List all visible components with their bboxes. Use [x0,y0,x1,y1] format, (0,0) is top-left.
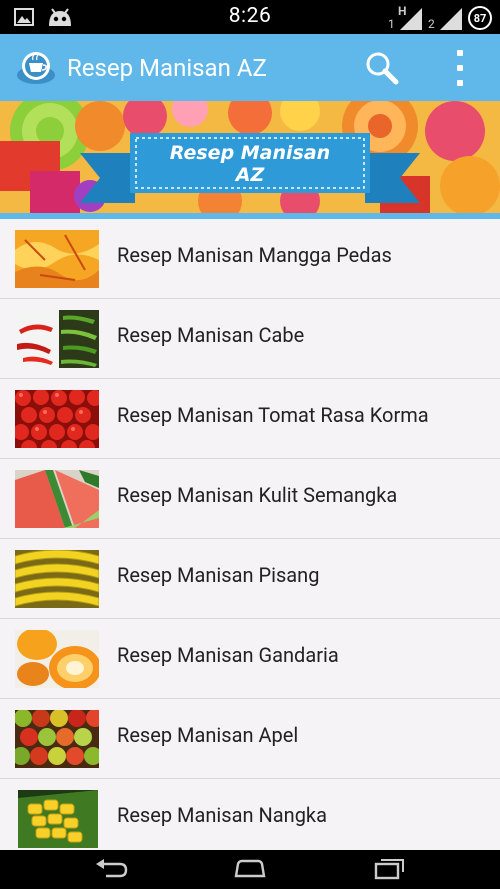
mango-thumbnail [15,230,99,288]
recipe-label: Resep Manisan Gandaria [117,643,339,667]
system-icons: 1 H 2 87 [388,4,492,31]
recent-apps-icon[interactable] [372,858,406,880]
recipe-label: Resep Manisan Nangka [117,803,327,827]
battery-icon: 87 [468,6,492,30]
status-bar: 8:26 1 H 2 87 [0,0,500,34]
apple-thumbnail [15,710,99,768]
overflow-menu-icon[interactable] [448,50,472,86]
recipe-list: Resep Manisan Mangga Pedas Resep Manisan… [0,219,500,859]
banana-thumbnail [15,550,99,608]
recipe-label: Resep Manisan Tomat Rasa Korma [117,403,429,427]
sim1-signal-icon: 1 H [388,4,422,31]
recipe-label: Resep Manisan Pisang [117,563,320,587]
app-logo-icon [17,52,55,84]
recipe-list-item[interactable]: Resep Manisan Gandaria [0,619,500,699]
recipe-list-item[interactable]: Resep Manisan Mangga Pedas [0,219,500,299]
sim2-signal-icon: 2 [428,6,462,31]
home-icon[interactable] [233,858,267,880]
tomato-thumbnail [15,390,99,448]
app-title: Resep Manisan AZ [67,54,267,82]
recipe-label: Resep Manisan Cabe [117,323,305,347]
navigation-bar [0,850,500,889]
recipe-list-item[interactable]: Resep Manisan Pisang [0,539,500,619]
recipe-label: Resep Manisan Apel [117,723,299,747]
recipe-label: Resep Manisan Mangga Pedas [117,243,392,267]
app-bar: Resep Manisan AZ [0,34,500,101]
back-icon[interactable] [94,858,128,880]
banner-line2: AZ [234,164,266,186]
recipe-list-item[interactable]: Resep Manisan Cabe [0,299,500,379]
recipe-list-item[interactable]: Resep Manisan Kulit Semangka [0,459,500,539]
banner-line1: Resep Manisan [170,142,330,164]
header-banner: Resep Manisan AZ [0,101,500,213]
recipe-list-item[interactable]: Resep Manisan Apel [0,699,500,779]
candy-banner-image: Resep Manisan AZ [0,101,500,213]
recipe-label: Resep Manisan Kulit Semangka [117,483,398,507]
watermelon-thumbnail [15,470,99,528]
recipe-list-item[interactable]: Resep Manisan Tomat Rasa Korma [0,379,500,459]
recipe-list-item[interactable]: Resep Manisan Nangka [0,779,500,859]
search-icon[interactable] [364,50,400,86]
gandaria-thumbnail [15,630,99,688]
jackfruit-thumbnail [18,790,98,848]
chili-thumbnail [15,310,99,368]
